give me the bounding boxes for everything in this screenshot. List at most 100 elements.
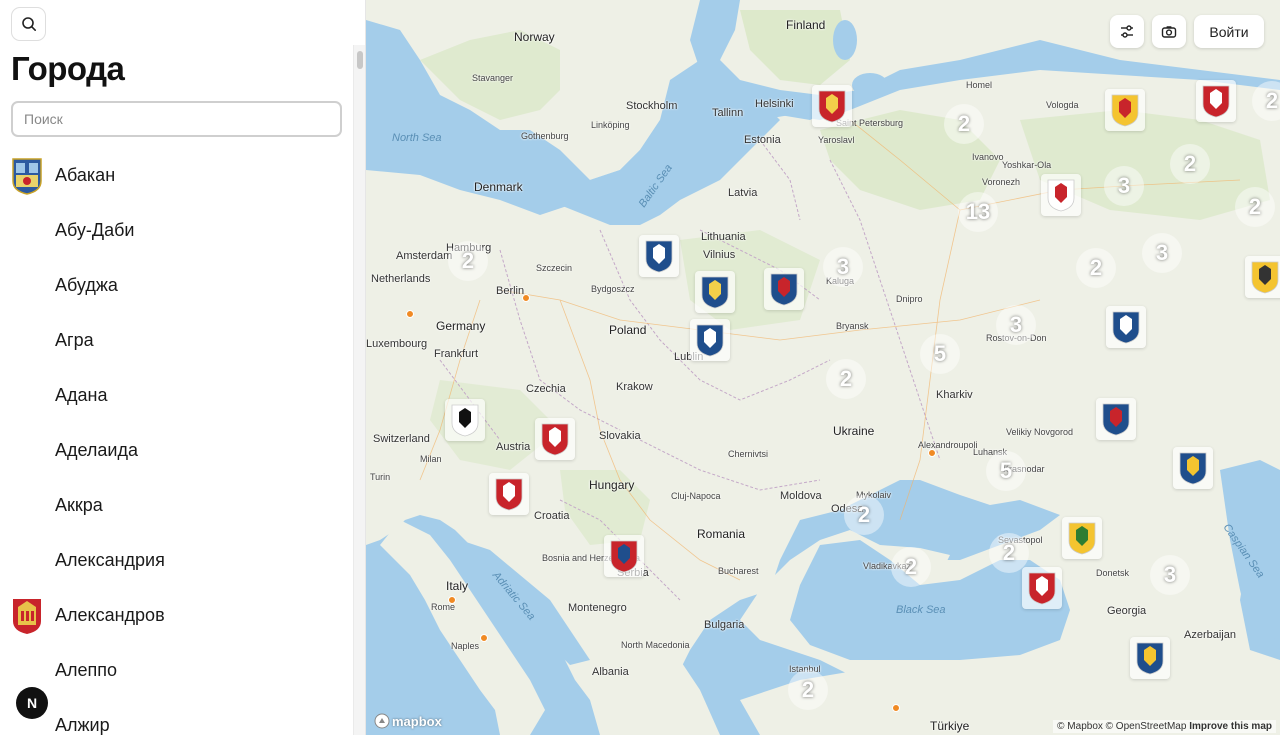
munich-crest-marker[interactable]	[445, 399, 485, 441]
map-label-tallinn: Tallinn	[712, 107, 744, 119]
search-icon	[21, 17, 36, 31]
list-item[interactable]: Агра	[0, 313, 352, 368]
list-item[interactable]: Абакан	[0, 148, 352, 203]
map-label-amsterdam: Amsterdam	[396, 250, 453, 262]
ryazan-crest-icon	[1251, 261, 1279, 294]
map-label-linkoping: Linköping	[591, 120, 630, 130]
map-label-bryansk: Dnipro	[896, 294, 923, 304]
map-label-moldova: Moldova	[780, 490, 822, 502]
abakan-crest-icon	[12, 157, 42, 195]
camera-icon	[1161, 25, 1177, 38]
vienna-crest-icon	[541, 423, 569, 456]
cluster-marker[interactable]: 13	[958, 192, 998, 232]
camera-button[interactable]	[1152, 15, 1186, 48]
yerevan-crest-marker[interactable]	[1130, 637, 1170, 679]
cluster-marker[interactable]: 2	[891, 547, 931, 587]
vienna-crest-marker[interactable]	[535, 418, 575, 460]
saint-petersburg-crest-marker[interactable]	[812, 85, 852, 127]
map-label-austria: Austria	[496, 441, 531, 453]
list-item[interactable]: Абу-Даби	[0, 203, 352, 258]
scroll-thumb[interactable]	[357, 51, 363, 69]
map-label-netherlands: Netherlands	[371, 273, 431, 285]
sliders-icon	[1121, 24, 1133, 38]
user-avatar[interactable]: N	[16, 687, 48, 719]
cluster-marker[interactable]: 5	[920, 334, 960, 374]
poi-dot[interactable]	[448, 596, 456, 604]
filter-button[interactable]	[1110, 15, 1144, 48]
map-label-poland: Poland	[609, 323, 647, 337]
poi-dot[interactable]	[892, 704, 900, 712]
cluster-marker[interactable]: 2	[944, 104, 984, 144]
poi-dot[interactable]	[480, 634, 488, 642]
search-input[interactable]	[11, 101, 342, 137]
lublin-crest-marker[interactable]	[690, 319, 730, 361]
zagreb-crest-icon	[495, 478, 523, 511]
zagreb-crest-marker[interactable]	[489, 473, 529, 515]
saratov-crest-marker[interactable]	[1106, 306, 1146, 348]
login-button[interactable]: Войти	[1194, 15, 1264, 48]
mapbox-icon	[374, 713, 390, 729]
list-item[interactable]: Аккра	[0, 478, 352, 533]
cluster-marker[interactable]: 2	[1076, 248, 1116, 288]
list-item[interactable]: Алжир	[0, 698, 352, 735]
vologda-crest-marker[interactable]	[1105, 89, 1145, 131]
poi-dot[interactable]	[406, 310, 414, 318]
minsk-crest-marker[interactable]	[764, 268, 804, 310]
cluster-marker[interactable]: 2	[788, 670, 828, 710]
volgograd-crest-marker[interactable]	[1096, 398, 1136, 440]
list-item[interactable]: Аделаида	[0, 423, 352, 478]
map-canvas[interactable]: Finland Norway Estonia Latvia Lithuania …	[366, 0, 1280, 735]
cluster-marker[interactable]: 3	[1104, 166, 1144, 206]
search-button[interactable]	[11, 7, 46, 41]
attribution-text[interactable]: © Mapbox © OpenStreetMap	[1057, 721, 1186, 732]
city-name: Абуджа	[55, 275, 118, 295]
list-item[interactable]: Адана	[0, 368, 352, 423]
minsk-crest-icon	[770, 273, 798, 306]
cluster-marker[interactable]: 3	[996, 305, 1036, 345]
map-label-georgia: Georgia	[1107, 605, 1147, 617]
nizhny-novgorod-crest-marker[interactable]	[1041, 174, 1081, 216]
cluster-marker[interactable]: 2	[844, 495, 884, 535]
list-item[interactable]: Александрия	[0, 533, 352, 588]
cluster-marker[interactable]: 2	[826, 359, 866, 399]
list-item[interactable]: Алеппо	[0, 643, 352, 698]
sidebar-scrollbar[interactable]	[353, 45, 365, 735]
city-name: Адана	[55, 385, 108, 405]
city-name: Аккра	[55, 495, 103, 515]
map-label-germany: Germany	[436, 319, 486, 333]
map-label-ivanovo: Vologda	[1046, 100, 1079, 110]
city-name: Абу-Даби	[55, 220, 135, 240]
kaliningrad-crest-marker[interactable]	[639, 235, 679, 277]
belgrade-crest-marker[interactable]	[604, 535, 644, 577]
saint-petersburg-crest-icon	[818, 90, 846, 123]
cluster-marker[interactable]: 3	[823, 247, 863, 287]
cluster-marker[interactable]: 2	[448, 241, 488, 281]
city-name: Агра	[55, 330, 94, 350]
krasnodar-crest-marker[interactable]	[1062, 517, 1102, 559]
astrakhan-crest-marker[interactable]	[1173, 447, 1213, 489]
city-name: Алеппо	[55, 660, 118, 680]
cluster-marker[interactable]: 5	[986, 451, 1026, 491]
cluster-marker[interactable]: 2	[1170, 144, 1210, 184]
map-label-szczecin: Szczecin	[536, 263, 573, 273]
improve-map-link[interactable]: Improve this map	[1189, 721, 1272, 732]
map-label-black-sea: Black Sea	[896, 604, 946, 616]
cluster-marker[interactable]: 2	[1235, 187, 1275, 227]
vilnius-crest-marker[interactable]	[695, 271, 735, 313]
mapbox-logo[interactable]: mapbox	[374, 713, 442, 729]
list-item[interactable]: Абуджа	[0, 258, 352, 313]
list-item[interactable]: Александров	[0, 588, 352, 643]
map-label-frankfurt: Frankfurt	[434, 348, 479, 360]
novorossiysk-crest-marker[interactable]	[1022, 567, 1062, 609]
cluster-marker[interactable]: 3	[1142, 233, 1182, 273]
map-label-yaroslavl: Ivanovo	[972, 152, 1004, 162]
poi-dot[interactable]	[928, 449, 936, 457]
ryazan-crest-marker[interactable]	[1245, 256, 1280, 298]
kirov-crest-marker[interactable]	[1196, 80, 1236, 122]
map-label-ukraine: Ukraine	[833, 424, 875, 438]
nizhny-novgorod-crest-icon	[1047, 179, 1075, 212]
map-label-estonia: Estonia	[744, 134, 781, 146]
saratov-crest-icon	[1112, 311, 1140, 344]
poi-dot[interactable]	[522, 294, 530, 302]
cluster-marker[interactable]: 3	[1150, 555, 1190, 595]
